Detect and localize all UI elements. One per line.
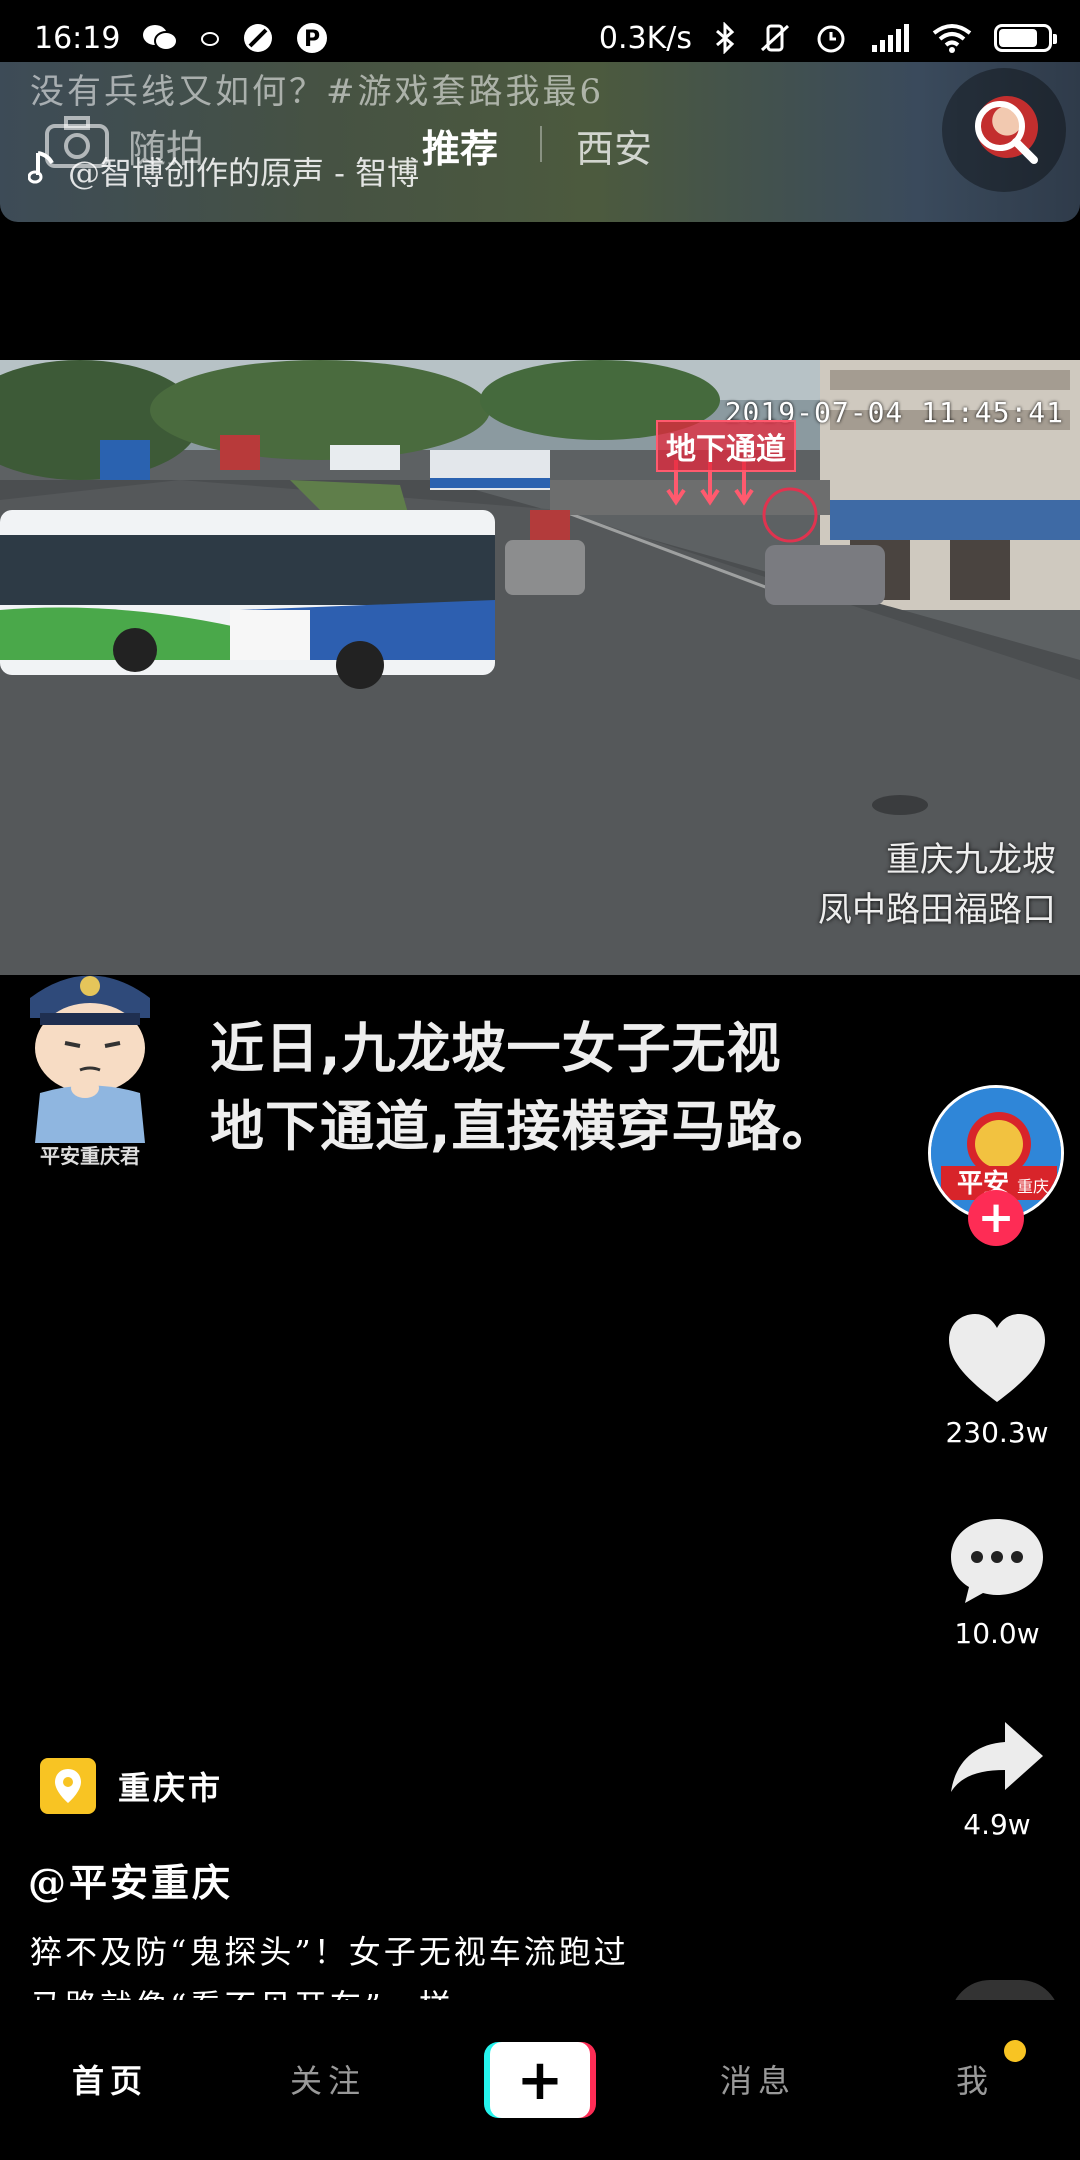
nav-home[interactable]: 首页: [72, 2056, 148, 2102]
post-description-line: 猝不及防“鬼探头”！女子无视车流跑过: [30, 1933, 629, 1971]
comment-count: 10.0w: [954, 1617, 1040, 1650]
network-speed: 0.3K/s: [598, 20, 692, 56]
tab-xian[interactable]: 西安: [576, 118, 652, 173]
post-description[interactable]: 猝不及防“鬼探头”！女子无视车流跑过 马路就像“看不见开车”一样: [30, 1925, 890, 2005]
signal-icon: [870, 23, 910, 53]
location-pin-icon: [40, 1758, 96, 1814]
weibo-icon: [200, 28, 220, 48]
police-mascot-icon: [10, 958, 170, 1168]
p-icon: P: [296, 22, 328, 54]
svg-text:P: P: [304, 27, 320, 52]
vibrate-off-icon: [758, 22, 792, 54]
video-caption: 近日,九龙坡一女子无视 地下通道,直接横穿马路。: [210, 1010, 837, 1166]
app-screen: 16:19 P 0.3K/s 没有兵线又如何？#游戏套路我最6 随拍 推荐 西安…: [0, 0, 1080, 2160]
nav-messages[interactable]: 消息: [720, 2056, 796, 2102]
location-label: 重庆市: [118, 1769, 224, 1807]
top-header: 没有兵线又如何？#游戏套路我最6 随拍 推荐 西安 @智博创作的原声 - 智博: [0, 62, 1080, 222]
comment-button[interactable]: 10.0w: [920, 1515, 1074, 1650]
caption-line-2: 地下通道,直接横穿马路。: [210, 1095, 837, 1158]
nav-me[interactable]: 我: [956, 2056, 994, 2102]
alarm-icon: [814, 21, 848, 55]
share-count: 4.9w: [963, 1808, 1031, 1841]
like-button[interactable]: 230.3w: [920, 1310, 1074, 1449]
author-handle[interactable]: @平安重庆: [28, 1852, 233, 1907]
block-icon: [242, 22, 274, 54]
wechat-icon: [142, 23, 179, 53]
tab-recommend[interactable]: 推荐: [422, 118, 498, 173]
status-bar: 16:19 P 0.3K/s: [0, 0, 1080, 76]
share-arrow-icon: [951, 1722, 1043, 1792]
video-location-line2: 凤中路田福路口: [818, 890, 1056, 930]
create-button[interactable]: +: [484, 2042, 596, 2118]
notification-dot: [1004, 2040, 1026, 2062]
music-note-icon: [27, 149, 56, 193]
heart-icon: [949, 1314, 1045, 1402]
video-location-line1: 重庆九龙坡: [886, 840, 1056, 880]
caption-line-1: 近日,九龙坡一女子无视: [210, 1017, 782, 1080]
search-icon: [975, 101, 1038, 164]
plus-icon: +: [490, 2042, 590, 2118]
like-count: 230.3w: [945, 1416, 1049, 1449]
avatar-subtext: 重庆: [1017, 1177, 1049, 1196]
share-button[interactable]: 4.9w: [920, 1718, 1074, 1841]
nav-follow[interactable]: 关注: [290, 2056, 366, 2102]
status-time: 16:19: [34, 20, 121, 56]
battery-icon: [994, 24, 1057, 52]
music-info[interactable]: @智博创作的原声 - 智博: [27, 148, 420, 194]
location-tag[interactable]: 重庆市: [40, 1758, 223, 1814]
follow-button[interactable]: +: [968, 1190, 1024, 1246]
tab-divider: [540, 126, 542, 162]
comment-icon: [951, 1519, 1043, 1603]
video-player[interactable]: 2019-07-04 11:45:41 地下通道 重庆九龙坡 凤中路田福路口: [0, 360, 1080, 975]
mascot-label: 平安重庆君: [40, 1144, 140, 1168]
music-label: @智博创作的原声 - 智博: [68, 154, 420, 192]
video-location: 重庆九龙坡 凤中路田福路口: [818, 835, 1056, 935]
search-button[interactable]: [942, 68, 1066, 192]
bluetooth-icon: [714, 22, 736, 54]
video-sign: 地下通道: [656, 420, 796, 472]
bottom-nav: 首页 关注 + 消息 我: [0, 2000, 1080, 2160]
wifi-icon: [932, 23, 972, 53]
